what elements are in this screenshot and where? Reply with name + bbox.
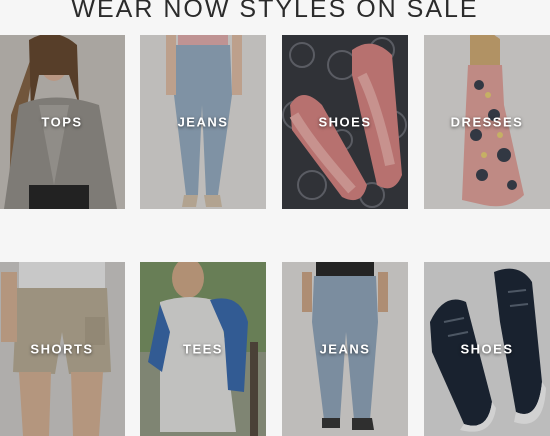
tile-label: SHOES: [460, 341, 514, 357]
tile-label: SHOES: [318, 114, 372, 130]
category-tile-shorts[interactable]: SHORTS: [0, 262, 125, 436]
tile-label: SHORTS: [30, 341, 94, 357]
category-tile-dresses[interactable]: DRESSES: [424, 35, 550, 209]
tile-label: TOPS: [41, 114, 83, 130]
tile-label: TEES: [183, 341, 223, 357]
category-tile-tops[interactable]: TOPS: [0, 35, 125, 209]
category-tile-tees[interactable]: TEES: [140, 262, 266, 436]
category-tile-shoes[interactable]: SHOES: [282, 35, 408, 209]
tile-label: JEANS: [177, 114, 229, 130]
category-tile-shoes-men[interactable]: SHOES: [424, 262, 550, 436]
category-tile-jeans[interactable]: JEANS: [140, 35, 266, 209]
tile-label: DRESSES: [450, 114, 524, 130]
tile-label: JEANS: [319, 341, 371, 357]
section-heading: WEAR NOW STYLES ON SALE: [71, 0, 479, 23]
category-tile-jeans-men[interactable]: JEANS: [282, 262, 408, 436]
